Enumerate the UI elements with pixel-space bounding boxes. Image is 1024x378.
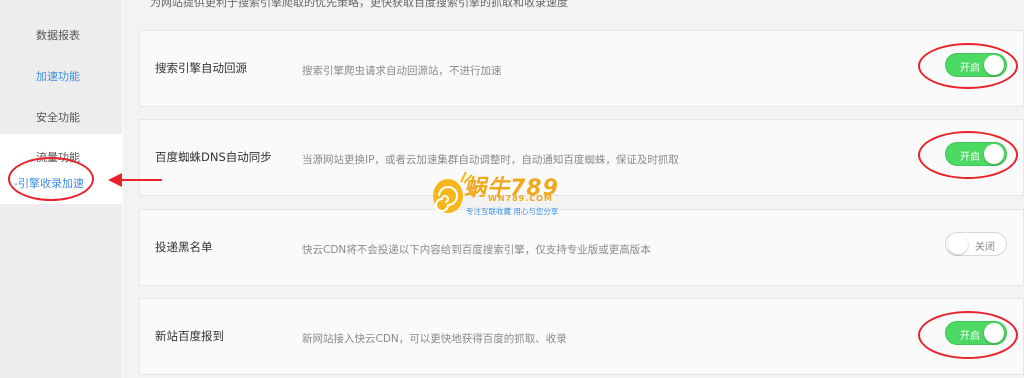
watermark-slogan: 专注互联收藏 用心与您分享 xyxy=(466,207,559,216)
setting-desc: 快云CDN将不会投递以下内容给到百度搜索引擎，仅支持专业版或更高版本 xyxy=(302,244,651,256)
watermark-domain: WN789.COM xyxy=(488,194,553,203)
setting-card-new-site: 新站百度报到 新网站接入快云CDN，可以更快地获得百度的抓取、收录 开启 xyxy=(139,298,1024,375)
sidebar-item-label: 安全功能 xyxy=(36,111,80,124)
annotation-circle xyxy=(918,311,1018,359)
setting-title: 新站百度报到 xyxy=(155,329,224,343)
annotation-arrow-icon xyxy=(108,173,162,187)
annotation-circle xyxy=(918,43,1018,89)
setting-desc: 当源网站更换IP，或者云加速集群自动调整时，自动通知百度蜘蛛，保证及时抓取 xyxy=(302,154,679,166)
sidebar-item-label: 加速功能 xyxy=(36,70,80,83)
annotation-circle xyxy=(8,157,94,201)
intro-text: 为网站提供更利于搜索引擎爬取的优先策略，更快获取百度搜索引擎的抓取和收录速度 xyxy=(150,0,568,9)
setting-title: 搜索引擎自动回源 xyxy=(155,61,247,75)
setting-desc: 搜索引擎爬虫请求自动回源站，不进行加速 xyxy=(302,65,502,77)
toggle-label: 关闭 xyxy=(975,242,995,253)
toggle-knob xyxy=(948,234,968,254)
sidebar-item-label: 数据报表 xyxy=(36,29,80,42)
watermark-logo: 蜗牛789 WN789.COM 专注互联收藏 用心与您分享 xyxy=(428,170,603,220)
setting-title: 投递黑名单 xyxy=(155,240,213,254)
setting-card-blacklist: 投递黑名单 快云CDN将不会投递以下内容给到百度搜索引擎，仅支持专业版或更高版本… xyxy=(139,209,1024,286)
setting-card-auto-origin: 搜索引擎自动回源 搜索引擎爬虫请求自动回源站，不进行加速 开启 xyxy=(139,30,1024,107)
setting-title: 百度蜘蛛DNS自动同步 xyxy=(155,150,272,164)
annotation-circle xyxy=(918,131,1018,179)
setting-desc: 新网站接入快云CDN，可以更快地获得百度的抓取、收录 xyxy=(302,333,567,345)
toggle-switch[interactable]: 关闭 xyxy=(945,232,1007,256)
